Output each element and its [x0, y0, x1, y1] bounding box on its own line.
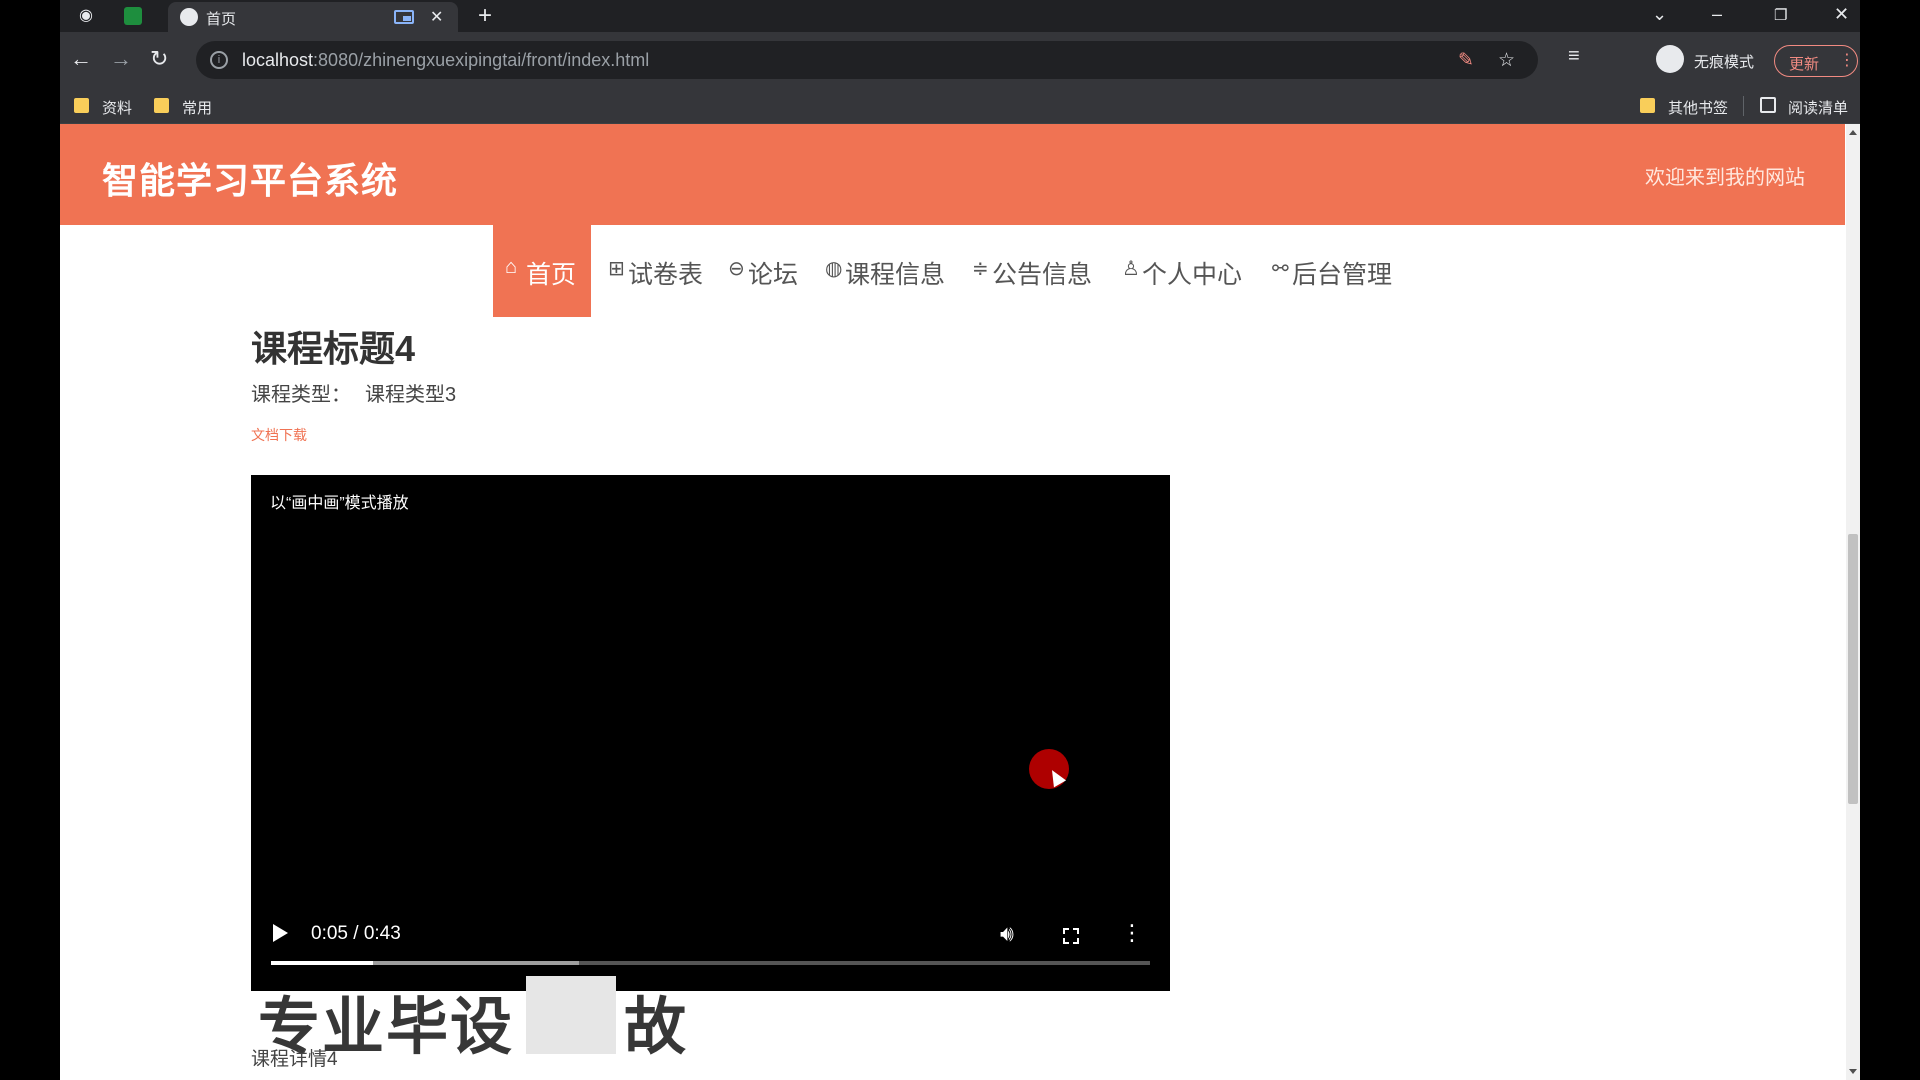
play-icon[interactable] [273, 924, 288, 942]
menu-icon[interactable]: ⋮ [1839, 50, 1855, 70]
time-display: 0:05 / 0:43 [311, 923, 401, 944]
played-fill [271, 961, 373, 965]
course-detail: 课程详情4 [251, 1049, 338, 1070]
watermark-blur [526, 976, 616, 1054]
globe-icon[interactable]: ◉ [76, 6, 96, 26]
main-nav: ⌂ 首页 ⊞ 试卷表 ⊖ 论坛 ◍ 课程信息 ≑ 公告信息 ♙ 个人中心 ⚯ 后… [60, 225, 1845, 317]
nav-label: 公告信息 [992, 261, 1093, 289]
grid-icon: ⊞ [608, 258, 625, 280]
user-icon: ♙ [1122, 258, 1140, 280]
folder-icon [74, 98, 89, 113]
sliders-icon: ≑ [972, 258, 989, 280]
nav-label: 课程信息 [845, 261, 946, 289]
page-scrollbar[interactable] [1846, 124, 1860, 1080]
nav-item-exam[interactable]: ⊞ 试卷表 [608, 225, 708, 317]
close-window-icon[interactable]: ✕ [1834, 4, 1849, 25]
incognito-icon [1656, 45, 1684, 73]
update-label: 更新 [1789, 56, 1820, 73]
reading-list-icon [1760, 97, 1776, 113]
toolbar: ← → ↻ i localhost:8080/zhinengxuexipingt… [60, 32, 1860, 88]
translate-icon[interactable]: ✎ [1458, 49, 1474, 72]
nav-label: 试卷表 [628, 261, 704, 289]
tab-bar: ◉ 首页 ✕ + ⌄ – ❐ ✕ [60, 0, 1860, 32]
other-bookmarks-label: 其他书签 [1668, 100, 1729, 117]
globe-icon: ◍ [825, 258, 843, 280]
video-player[interactable]: 以“画中画”模式播放 0:05 / 0:43 🔊︎ ⋮ [251, 475, 1170, 991]
bookmarks-bar: 资料 常用 其他书签 阅读清单 [60, 88, 1860, 124]
reload-button[interactable]: ↻ [150, 46, 168, 72]
pip-button[interactable]: 以“画中画”模式播放 [270, 489, 409, 513]
course-title: 课程标题4 [251, 328, 416, 369]
bookmark-label: 常用 [182, 100, 213, 117]
forward-button[interactable]: → [110, 46, 132, 72]
nav-item-forum[interactable]: ⊖ 论坛 [728, 225, 808, 317]
chat-icon: ⊖ [728, 258, 745, 280]
course-type-label: 课程类型： [251, 384, 351, 406]
reading-list-label: 阅读清单 [1788, 100, 1849, 117]
bookmark-label: 资料 [102, 100, 133, 117]
browser-window: ◉ 首页 ✕ + ⌄ – ❐ ✕ ← → ↻ i localhost:8080/… [60, 0, 1860, 1080]
nav-label: 后台管理 [1292, 261, 1393, 289]
update-button[interactable]: 更新 ⋮ [1774, 45, 1858, 77]
scroll-thumb[interactable] [1848, 534, 1858, 804]
course-type: 课程类型： 课程类型3 [251, 378, 456, 407]
new-tab-button[interactable]: + [478, 2, 492, 30]
link-icon: ⚯ [1272, 258, 1289, 280]
nav-label: 论坛 [748, 261, 799, 289]
nav-item-course[interactable]: ◍ 课程信息 [825, 225, 953, 317]
url-text[interactable]: localhost:8080/zhinengxuexipingtai/front… [242, 50, 649, 71]
volume-icon[interactable]: 🔊︎ [1000, 921, 1014, 947]
tab-home[interactable]: 首页 ✕ [168, 2, 458, 32]
nav-item-home[interactable]: ⌂ 首页 [493, 225, 591, 317]
chevron-down-icon[interactable]: ⌄ [1652, 4, 1667, 25]
cursor-highlight [1029, 749, 1069, 789]
nav-label: 个人中心 [1142, 261, 1243, 289]
screen: ◉ 首页 ✕ + ⌄ – ❐ ✕ ← → ↻ i localhost:8080/… [0, 0, 1920, 1080]
globe-icon [180, 8, 198, 26]
course-type-value: 课程类型3 [365, 384, 457, 406]
folder-icon [154, 98, 169, 113]
nav-item-profile[interactable]: ♙ 个人中心 [1122, 225, 1248, 317]
page-viewport: 智能学习平台系统 欢迎来到我的网站 ⌂ 首页 ⊞ 试卷表 ⊖ 论坛 ◍ 课程信息… [60, 124, 1860, 1080]
bookmarks-divider [1743, 96, 1744, 116]
media-control-icon[interactable]: ≡ [1568, 45, 1580, 68]
info-icon[interactable]: i [210, 51, 228, 69]
scroll-down-icon[interactable] [1849, 1069, 1857, 1074]
scroll-up-icon[interactable] [1849, 130, 1857, 135]
restore-icon[interactable]: ❐ [1774, 6, 1787, 24]
incognito-label: 无痕模式 [1694, 54, 1755, 71]
fullscreen-icon[interactable] [1063, 928, 1079, 944]
nav-item-notice[interactable]: ≑ 公告信息 [972, 225, 1102, 317]
folder-icon [1640, 98, 1655, 113]
nav-label: 首页 [526, 261, 577, 289]
tab-title: 首页 [206, 11, 237, 28]
back-button[interactable]: ← [70, 46, 92, 72]
site-brand: 智能学习平台系统 [102, 160, 399, 201]
welcome-text: 欢迎来到我的网站 [1645, 167, 1805, 189]
minimize-icon[interactable]: – [1712, 4, 1722, 25]
home-icon: ⌂ [505, 256, 518, 278]
close-icon[interactable]: ✕ [430, 7, 443, 27]
doc-download-link[interactable]: 文档下载 [251, 425, 307, 445]
address-bar[interactable]: i localhost:8080/zhinengxuexipingtai/fro… [196, 41, 1538, 79]
more-options-icon[interactable]: ⋮ [1121, 920, 1143, 946]
picture-in-picture-icon[interactable] [394, 10, 414, 24]
site-header: 智能学习平台系统 欢迎来到我的网站 [60, 124, 1845, 225]
nav-item-admin[interactable]: ⚯ 后台管理 [1272, 225, 1402, 317]
star-icon[interactable]: ☆ [1498, 49, 1515, 72]
sheets-icon[interactable] [124, 7, 142, 25]
progress-bar[interactable] [271, 961, 1150, 965]
